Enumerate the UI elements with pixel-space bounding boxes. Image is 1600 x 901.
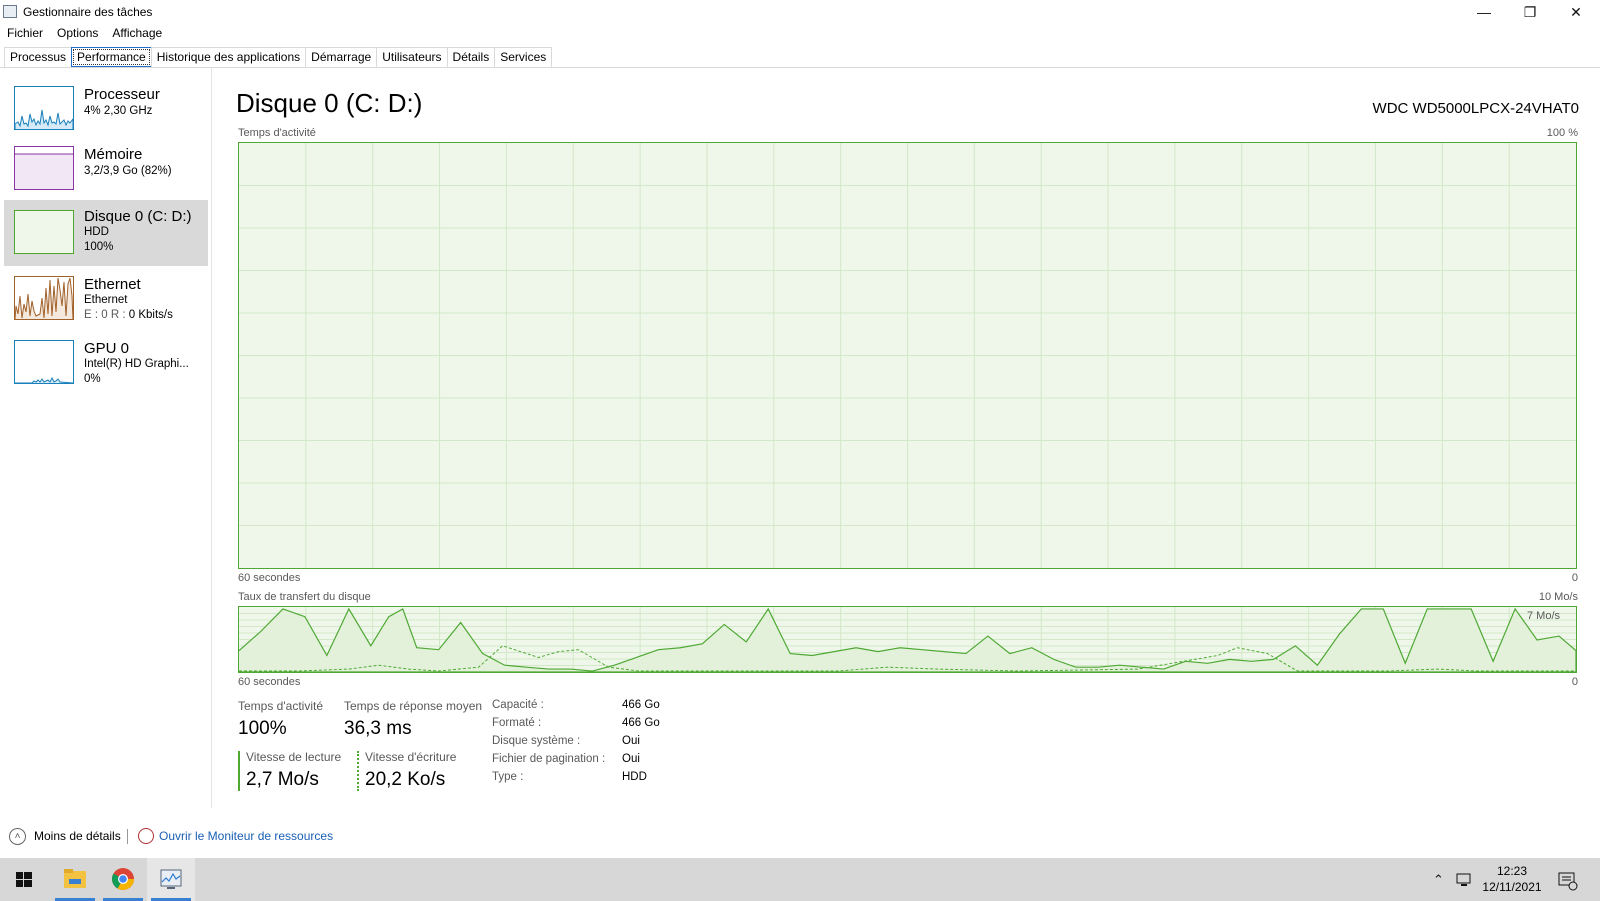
taskbar-file-explorer[interactable] — [51, 858, 99, 901]
disk-model: WDC WD5000LPCX-24VHAT0 — [1372, 100, 1579, 117]
prop-formatted-value: 466 Go — [622, 717, 660, 729]
close-button[interactable]: ✕ — [1553, 0, 1599, 24]
clock-date: 12/11/2021 — [1482, 880, 1542, 894]
ethernet-throughput-value: 0 Kbits/s — [128, 309, 173, 321]
transfer-graph-time: 60 secondes — [238, 676, 301, 688]
sidebar-item-disque0[interactable]: Disque 0 (C: D:) HDD 100% — [4, 200, 208, 266]
write-speed-indicator — [357, 751, 359, 791]
activity-graph — [238, 142, 1577, 569]
sidebar-item-title: Ethernet — [84, 276, 141, 293]
resource-monitor-icon[interactable] — [138, 828, 154, 844]
title-bar: Gestionnaire des tâches — ❐ ✕ — [0, 0, 1600, 24]
read-speed-label: Vitesse de lecture — [246, 750, 342, 764]
window-title: Gestionnaire des tâches — [23, 5, 153, 19]
tab-utilisateurs[interactable]: Utilisateurs — [376, 47, 448, 67]
menu-fichier[interactable]: Fichier — [0, 24, 50, 43]
taskbar-task-manager[interactable] — [147, 858, 195, 901]
prop-pagefile-label: Fichier de pagination : — [492, 753, 606, 765]
tab-historique[interactable]: Historique des applications — [150, 47, 307, 67]
ethernet-er-prefix: E : 0 R : — [84, 309, 126, 321]
read-speed-indicator — [238, 751, 240, 791]
activity-stat-label: Temps d'activité — [238, 699, 323, 713]
prop-type-value: HDD — [622, 771, 647, 783]
cpu-thumbnail — [14, 86, 74, 130]
sidebar-item-title: GPU 0 — [84, 340, 130, 357]
notification-icon[interactable] — [1558, 871, 1578, 891]
page-title: Disque 0 (C: D:) — [236, 88, 423, 118]
transfer-graph-zero: 0 — [1571, 676, 1578, 688]
taskbar-chrome[interactable] — [99, 858, 147, 901]
sidebar-item-detail: Ethernet — [84, 294, 128, 306]
transfer-graph-inner-label: 7 Mo/s — [1526, 610, 1560, 622]
restore-button[interactable]: ❐ — [1507, 0, 1553, 24]
less-details-button[interactable]: Moins de détails — [34, 829, 121, 843]
sidebar-item-throughput: E : 0 R : 0 Kbits/s — [84, 309, 173, 321]
transfer-graph-label: Taux de transfert du disque — [238, 591, 371, 603]
tab-bar: Processus Performance Historique des app… — [4, 47, 553, 68]
sidebar-item-usage: 100% — [84, 241, 114, 253]
sidebar-item-detail: HDD — [84, 226, 109, 238]
folder-icon — [64, 869, 86, 888]
sidebar-item-gpu0[interactable]: GPU 0 Intel(R) HD Graphi... 0% — [4, 332, 208, 394]
start-button[interactable] — [0, 858, 48, 901]
sidebar-item-detail: 4% 2,30 GHz — [84, 105, 153, 117]
footer-separator — [127, 829, 128, 844]
tab-services[interactable]: Services — [494, 47, 553, 67]
prop-system-disk-value: Oui — [622, 735, 640, 747]
activity-graph-time: 60 secondes — [238, 572, 301, 584]
tab-divider — [0, 67, 1600, 68]
chevron-up-icon[interactable]: ⌃ — [1433, 872, 1444, 888]
sidebar-item-title: Mémoire — [84, 146, 143, 163]
resource-sidebar: Processeur 4% 2,30 GHz Mémoire 3,2/3,9 G… — [0, 68, 212, 808]
prop-type-label: Type : — [492, 771, 524, 783]
activity-graph-max: 100 % — [1546, 127, 1578, 139]
transfer-graph — [238, 606, 1577, 673]
tab-processus[interactable]: Processus — [4, 47, 73, 67]
sidebar-item-ethernet[interactable]: Ethernet Ethernet E : 0 R : 0 Kbits/s — [4, 268, 208, 330]
minimize-button[interactable]: — — [1461, 0, 1507, 24]
response-stat-label: Temps de réponse moyen — [344, 699, 483, 713]
chevron-up-icon[interactable]: ˄ — [9, 828, 26, 845]
activity-graph-zero: 0 — [1571, 572, 1578, 584]
prop-system-disk-label: Disque système : — [492, 735, 581, 747]
prop-capacity-label: Capacité : — [492, 699, 544, 711]
disk-thumbnail — [14, 210, 74, 254]
sidebar-item-title: Disque 0 (C: D:) — [84, 208, 192, 225]
chrome-icon — [112, 868, 134, 890]
sidebar-item-detail: Intel(R) HD Graphi... — [84, 358, 189, 370]
transfer-graph-max: 10 Mo/s — [1538, 591, 1578, 603]
tab-performance[interactable]: Performance — [71, 47, 152, 67]
prop-pagefile-value: Oui — [622, 753, 640, 765]
write-speed-label: Vitesse d'écriture — [365, 750, 457, 764]
sidebar-item-processeur[interactable]: Processeur 4% 2,30 GHz — [4, 80, 208, 136]
menu-affichage[interactable]: Affichage — [105, 24, 169, 43]
menu-bar: Fichier Options Affichage — [0, 24, 169, 43]
prop-capacity-value: 466 Go — [622, 699, 660, 711]
tab-details[interactable]: Détails — [446, 47, 496, 67]
sidebar-item-memoire[interactable]: Mémoire 3,2/3,9 Go (82%) — [4, 140, 208, 196]
footer-bar: ˄ Moins de détails Ouvrir le Moniteur de… — [0, 824, 600, 850]
read-speed-value: 2,7 Mo/s — [246, 769, 319, 790]
write-speed-value: 20,2 Ko/s — [365, 769, 446, 790]
sidebar-item-title: Processeur — [84, 86, 160, 103]
taskbar: ⌃ 12:23 12/11/2021 — [0, 858, 1600, 901]
ethernet-thumbnail — [14, 276, 74, 320]
activity-graph-label: Temps d'activité — [238, 127, 316, 139]
gpu-thumbnail — [14, 340, 74, 384]
clock-time: 12:23 — [1496, 864, 1528, 878]
activity-stat-value: 100% — [238, 718, 287, 739]
sidebar-item-detail: 3,2/3,9 Go (82%) — [84, 165, 172, 177]
task-manager-icon — [160, 869, 182, 889]
memory-thumbnail — [14, 146, 74, 190]
prop-formatted-label: Formaté : — [492, 717, 542, 729]
menu-options[interactable]: Options — [50, 24, 105, 43]
response-stat-value: 36,3 ms — [344, 718, 412, 739]
open-resource-monitor-link[interactable]: Ouvrir le Moniteur de ressources — [159, 829, 333, 843]
taskbar-clock[interactable]: 12:23 12/11/2021 — [1472, 863, 1552, 895]
windows-icon — [16, 872, 32, 887]
tab-demarrage[interactable]: Démarrage — [305, 47, 378, 67]
sidebar-item-usage: 0% — [84, 373, 101, 385]
task-manager-icon — [3, 5, 17, 18]
